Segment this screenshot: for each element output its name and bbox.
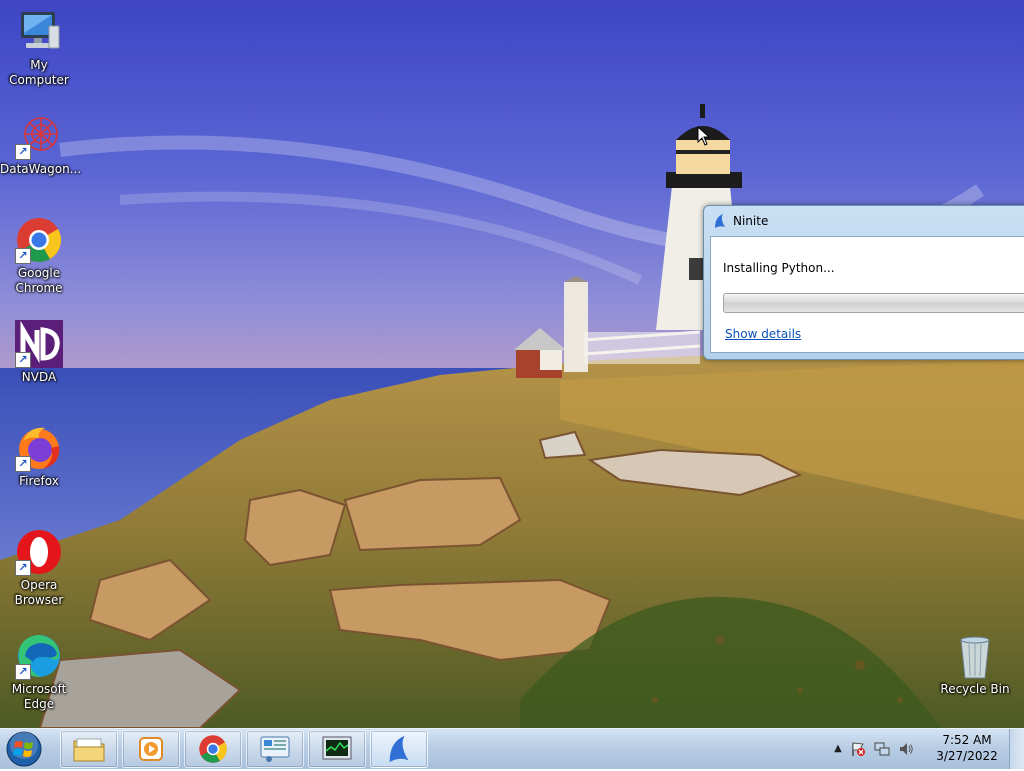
desktop-icon-label: DataWagon... xyxy=(0,162,82,176)
taskbar-task-manager[interactable] xyxy=(308,730,366,768)
shortcut-arrow-icon: ↗ xyxy=(15,144,31,160)
shortcut-arrow-icon: ↗ xyxy=(15,352,31,368)
show-desktop-button[interactable] xyxy=(1009,729,1024,769)
desktop-icon-google-chrome[interactable]: ↗ Google Chrome xyxy=(0,216,78,296)
desktop-icon-label: Google Chrome xyxy=(15,266,63,295)
shortcut-arrow-icon: ↗ xyxy=(15,248,31,264)
shortcut-arrow-icon: ↗ xyxy=(15,560,31,576)
desktop-icon-label: NVDA xyxy=(21,370,57,384)
desktop-icon-datawagon[interactable]: ↗ DataWagon... xyxy=(0,112,82,177)
computer-icon xyxy=(15,8,63,56)
desktop-icon-my-computer[interactable]: My Computer xyxy=(0,8,78,88)
install-progress-bar xyxy=(723,293,1024,313)
desktop-icon-opera[interactable]: ↗ Opera Browser xyxy=(0,528,78,608)
control-panel-icon xyxy=(260,736,290,762)
media-player-icon xyxy=(139,737,163,761)
install-status-text: Installing Python... xyxy=(723,261,835,275)
edge-icon: ↗ xyxy=(15,632,63,680)
taskbar-media-player[interactable] xyxy=(122,730,180,768)
desktop-icon-microsoft-edge[interactable]: ↗ Microsoft Edge xyxy=(0,632,78,712)
recycle-bin-icon xyxy=(951,632,999,680)
taskbar-file-explorer[interactable] xyxy=(60,730,118,768)
taskbar-control-panel[interactable] xyxy=(246,730,304,768)
windows-orb-icon xyxy=(6,731,42,767)
task-manager-icon xyxy=(322,736,352,760)
shortcut-arrow-icon: ↗ xyxy=(15,664,31,680)
firefox-icon: ↗ xyxy=(15,424,63,472)
chrome-icon xyxy=(199,735,227,763)
system-clock[interactable]: 7:52 AM 3/27/2022 xyxy=(932,732,1002,764)
show-details-link[interactable]: Show details xyxy=(725,327,801,341)
ninite-window[interactable]: Ninite Installing Python... Show details xyxy=(703,205,1024,360)
nvda-icon: ↗ xyxy=(15,320,63,368)
clock-time: 7:52 AM xyxy=(942,733,992,747)
desktop-icon-label: Recycle Bin xyxy=(940,682,1010,696)
desktop-icon-label: Opera Browser xyxy=(14,578,64,607)
desktop-icon-nvda[interactable]: ↗ NVDA xyxy=(0,320,78,385)
volume-icon[interactable] xyxy=(898,741,914,757)
ninite-client-area: Installing Python... Show details xyxy=(710,236,1024,353)
wallpaper-lighthouse xyxy=(0,0,1024,728)
desktop[interactable]: My Computer ↗ DataWagon... ↗ Google Chro… xyxy=(0,0,1024,728)
taskbar-ninite[interactable] xyxy=(370,730,428,768)
window-title: Ninite xyxy=(733,214,769,228)
ninite-icon xyxy=(715,214,725,228)
desktop-icon-firefox[interactable]: ↗ Firefox xyxy=(0,424,78,489)
folder-icon xyxy=(73,738,105,762)
start-button[interactable] xyxy=(4,731,44,767)
clock-date: 3/27/2022 xyxy=(936,749,998,763)
action-center-flag-icon[interactable] xyxy=(850,741,866,757)
datawagon-icon: ↗ xyxy=(15,112,63,160)
ninite-titlebar[interactable]: Ninite xyxy=(704,206,1024,236)
show-hidden-icons-arrow[interactable]: ▲ xyxy=(830,741,846,757)
chrome-icon: ↗ xyxy=(15,216,63,264)
ninite-icon xyxy=(389,735,409,763)
mouse-cursor-icon xyxy=(697,126,711,146)
desktop-icon-label: Microsoft Edge xyxy=(11,682,67,711)
opera-icon: ↗ xyxy=(15,528,63,576)
taskbar-chrome[interactable] xyxy=(184,730,242,768)
desktop-icon-label: My Computer xyxy=(9,58,69,87)
network-icon[interactable] xyxy=(874,741,890,757)
taskbar: ▲ 7:52 AM 3/27/2022 xyxy=(0,728,1024,769)
shortcut-arrow-icon: ↗ xyxy=(15,456,31,472)
desktop-icon-recycle-bin[interactable]: Recycle Bin xyxy=(936,632,1014,697)
desktop-icon-label: Firefox xyxy=(19,474,59,488)
